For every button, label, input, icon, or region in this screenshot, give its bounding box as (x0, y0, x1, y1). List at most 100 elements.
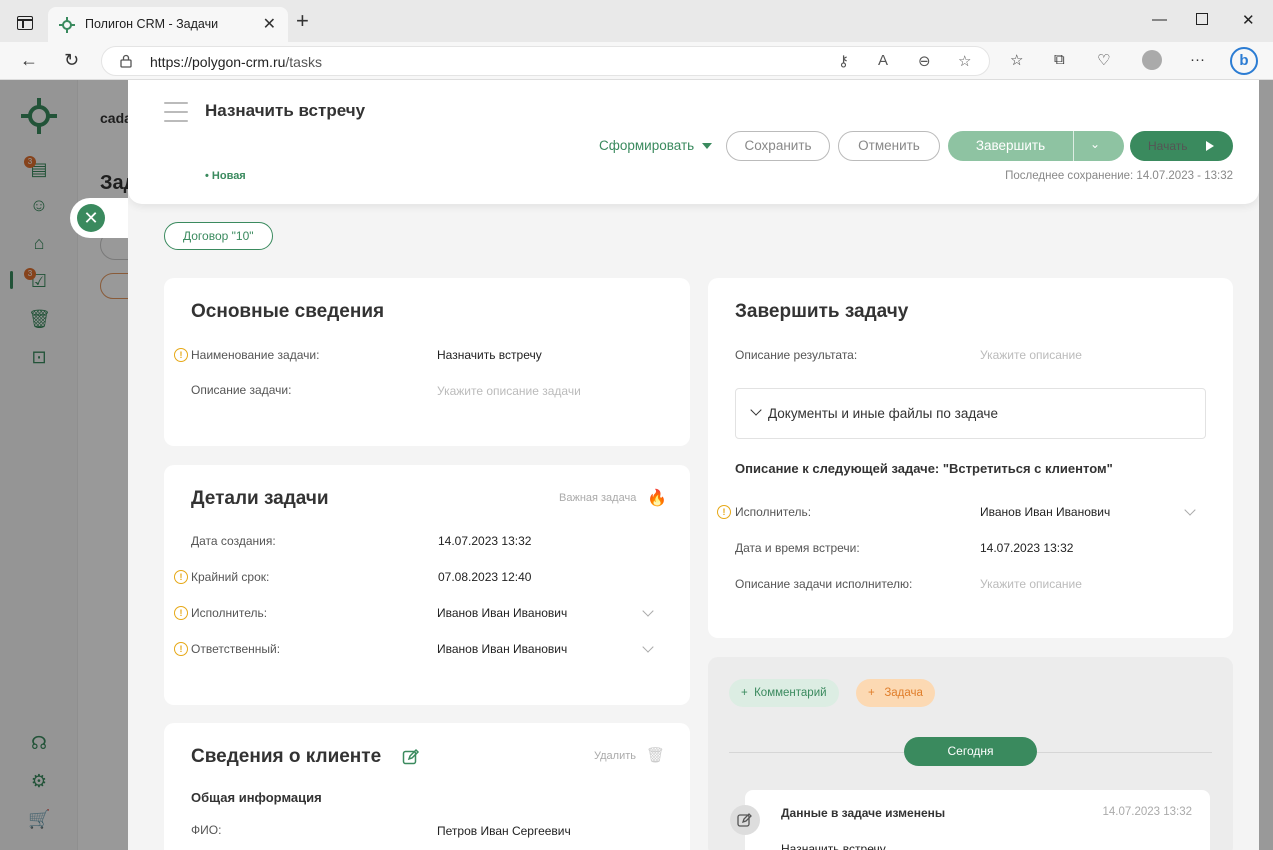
profile-avatar[interactable] (1142, 50, 1162, 70)
tab-title: Полигон CRM - Задачи (85, 17, 219, 31)
start-button[interactable]: Начать (1130, 131, 1233, 161)
panel-header: Назначить встречу • Новая Сформировать С… (128, 80, 1259, 204)
client-info-card: Сведения о клиенте Удалить 🗑 Общая инфор… (164, 723, 690, 850)
task-desc-input[interactable]: Укажите описание задачи (437, 384, 581, 398)
panel-title: Назначить встречу (205, 101, 366, 120)
chevron-down-icon[interactable] (642, 641, 654, 653)
contract-link[interactable]: Договор "10" (164, 222, 273, 250)
zoom-out-icon[interactable]: ⊖ (918, 52, 931, 70)
address-bar: ← ↻ https://polygon-crm.ru/tasks ⚷ A ⊖ ☆… (0, 42, 1273, 80)
responsible-label: Ответственный: (191, 642, 281, 656)
documents-accordion[interactable]: Документы и иные файлы по задаче (735, 388, 1206, 439)
task-name-label: Наименование задачи: (191, 348, 320, 362)
trash-icon[interactable]: 🗑 (646, 746, 665, 764)
complete-task-card: Завершить задачу Описание результата: Ук… (708, 278, 1233, 638)
event-time: 14.07.2023 13:32 (1102, 806, 1192, 818)
executor-select[interactable]: Иванов Иван Иванович (437, 606, 567, 620)
menu-icon[interactable] (164, 102, 188, 124)
general-info-heading: Общая информация (191, 790, 322, 805)
close-tab-icon[interactable]: ✕ (263, 14, 276, 34)
important-task-label[interactable]: Важная задача (559, 492, 636, 504)
collections-icon[interactable]: ⧉ (1054, 51, 1065, 68)
event-icon-wrap (730, 805, 760, 835)
delete-client-label[interactable]: Удалить (594, 750, 636, 762)
tab-actions-icon[interactable] (17, 16, 33, 30)
back-icon[interactable]: ← (20, 50, 38, 71)
save-button[interactable]: Сохранить (726, 131, 830, 161)
bing-icon[interactable]: b (1230, 47, 1258, 75)
today-label: Сегодня (904, 737, 1037, 766)
start-label: Начать (1148, 139, 1188, 153)
basic-info-card: Основные сведения ! Наименование задачи:… (164, 278, 690, 446)
polygon-logo-icon (59, 17, 75, 33)
warning-icon: ! (174, 570, 188, 584)
url-host: https://polygon-crm.ru (150, 54, 286, 70)
edit-icon[interactable] (402, 748, 420, 766)
close-panel-button[interactable]: ✕ (77, 204, 105, 232)
fio-value[interactable]: Петров Иван Сергеевич (437, 824, 571, 838)
chevron-down-icon[interactable] (1184, 504, 1196, 516)
chevron-down-icon (750, 404, 762, 416)
warning-icon: ! (717, 505, 731, 519)
task-label: Задача (884, 687, 923, 699)
url-field[interactable]: https://polygon-crm.ru/tasks ⚷ A ⊖ ☆ (101, 46, 990, 76)
plus-icon: + (868, 687, 875, 699)
url-path: /tasks (285, 54, 322, 70)
warning-icon: ! (174, 348, 188, 362)
complete-task-title: Завершить задачу (735, 301, 909, 322)
warning-icon: ! (174, 642, 188, 656)
finish-separator (1073, 131, 1074, 161)
minimize-icon[interactable]: — (1152, 11, 1167, 28)
favorites-icon[interactable]: ☆ (1010, 51, 1023, 69)
task-desc-label: Описание задачи: (191, 383, 292, 397)
status-badge: • Новая (205, 170, 246, 182)
task-name-value[interactable]: Назначить встречу (437, 348, 542, 362)
basic-info-title: Основные сведения (191, 301, 385, 322)
next-executor-label: Исполнитель: (735, 505, 812, 519)
timeline-event-card: Данные в задаче изменены 14.07.2023 13:3… (745, 790, 1210, 850)
lock-icon (120, 54, 132, 68)
more-menu-icon[interactable]: ··· (1190, 51, 1205, 68)
play-icon (1206, 141, 1214, 151)
deadline-value[interactable]: 07.08.2023 12:40 (438, 570, 531, 584)
event-title: Данные в задаче изменены (781, 806, 946, 820)
warning-icon: ! (174, 606, 188, 620)
browser-tab-bar: Полигон CRM - Задачи ✕ + — ✕ (0, 0, 1273, 42)
app-area: ▤ 3 ☺ ⌂ ☑ 3 🗑 ⊡ ☊ ⚙ 🛒 cada Зад ✕ Назначи… (0, 80, 1273, 850)
result-desc-input[interactable]: Укажите описание (980, 348, 1082, 362)
meeting-date-value[interactable]: 14.07.2023 13:32 (980, 541, 1073, 555)
chevron-down-icon[interactable] (642, 605, 654, 617)
favorite-star-icon[interactable]: ☆ (958, 52, 971, 70)
event-text: Назначить встречу (781, 842, 886, 850)
next-executor-select[interactable]: Иванов Иван Иванович (980, 505, 1110, 519)
responsible-select[interactable]: Иванов Иван Иванович (437, 642, 567, 656)
finish-button-group: Завершить ⌄ (948, 131, 1124, 161)
url-text: https://polygon-crm.ru/tasks (150, 54, 322, 70)
created-value: 14.07.2023 13:32 (438, 534, 532, 548)
plus-icon: + (741, 687, 748, 699)
edit-icon (737, 813, 752, 827)
task-details-card: Детали задачи Важная задача 🔥 Дата созда… (164, 465, 690, 705)
finish-dropdown-icon[interactable]: ⌄ (1090, 137, 1100, 151)
exec-desc-input[interactable]: Укажите описание (980, 577, 1082, 591)
reload-icon[interactable]: ↻ (64, 50, 79, 71)
new-tab-icon[interactable]: + (296, 10, 309, 32)
documents-label: Документы и иные файлы по задаче (768, 406, 998, 421)
close-window-icon[interactable]: ✕ (1242, 11, 1255, 29)
next-task-heading: Описание к следующей задаче: "Встретитьс… (735, 461, 1113, 476)
caret-down-icon (702, 143, 713, 150)
task-panel: Назначить встречу • Новая Сформировать С… (128, 80, 1259, 850)
add-comment-button[interactable]: + Комментарий (729, 679, 839, 707)
browser-tab[interactable]: Полигон CRM - Задачи ✕ (48, 7, 288, 42)
flame-icon[interactable]: 🔥 (647, 488, 667, 508)
deadline-label: Крайний срок: (191, 570, 270, 584)
form-dropdown-button[interactable]: Сформировать (599, 138, 713, 153)
key-icon[interactable]: ⚷ (838, 52, 849, 70)
maximize-icon[interactable] (1196, 13, 1208, 25)
finish-button[interactable]: Завершить (948, 131, 1073, 161)
cancel-button[interactable]: Отменить (838, 131, 940, 161)
read-aloud-icon[interactable]: A (878, 52, 888, 69)
created-label: Дата создания: (191, 534, 276, 548)
add-task-button[interactable]: + Задача (856, 679, 935, 707)
health-icon[interactable]: ♡ (1097, 51, 1110, 69)
